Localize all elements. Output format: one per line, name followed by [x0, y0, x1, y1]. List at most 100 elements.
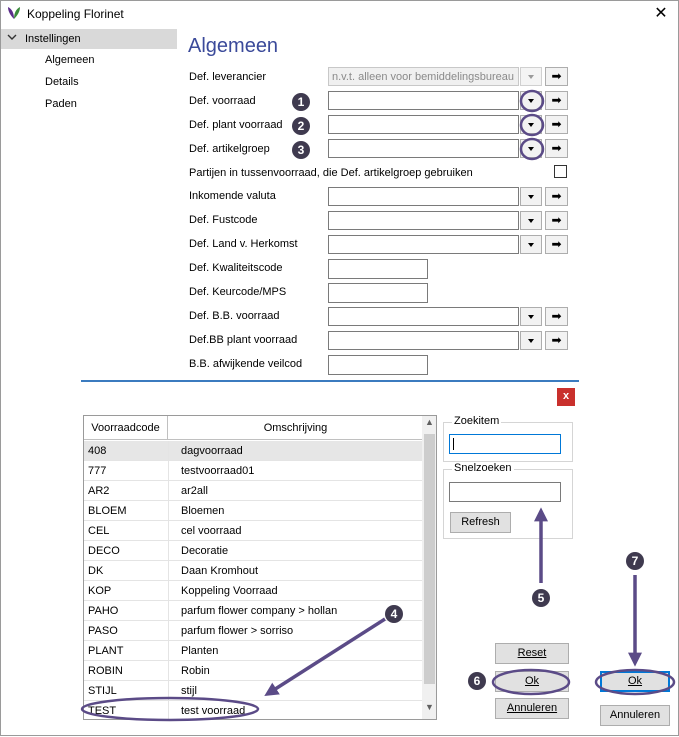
refresh-button[interactable]: Refresh	[450, 512, 511, 533]
valuta-go-button[interactable]: ➡	[545, 187, 568, 206]
annotation-badge-4: 4	[385, 605, 403, 623]
table-row[interactable]: PLANT Planten	[84, 641, 422, 661]
bb-voorraad-go-button[interactable]: ➡	[545, 307, 568, 326]
table-row[interactable]: 408 dagvoorraad	[84, 441, 422, 461]
annotation-badge-7: 7	[626, 552, 644, 570]
cell-voorraadcode: ROBIN	[88, 665, 123, 677]
table-row[interactable]: ROBIN Robin	[84, 661, 422, 681]
settings-tree: Instellingen Algemeen Details Paden	[1, 27, 177, 382]
fustcode-dropdown-button[interactable]	[520, 211, 542, 230]
partijen-checkbox[interactable]	[554, 165, 567, 178]
leaf-logo-icon	[7, 6, 21, 23]
land-go-button[interactable]: ➡	[545, 235, 568, 254]
bb-veilcod-field[interactable]	[328, 355, 428, 375]
column-separator	[168, 601, 169, 621]
table-row[interactable]: 777 testvoorraad01	[84, 461, 422, 481]
dropdown-arrow-icon	[528, 123, 534, 127]
table-row[interactable]: AR2 ar2all	[84, 481, 422, 501]
keurcode-field[interactable]	[328, 283, 428, 303]
table-row[interactable]: PAHO parfum flower company > hollan	[84, 601, 422, 621]
snelzoeken-input[interactable]	[449, 482, 561, 502]
cell-voorraadcode: DK	[88, 565, 104, 577]
leverancier-go-button[interactable]: ➡	[545, 67, 568, 86]
voorraad-grid: Voorraadcode Omschrijving 408 dagvoorraad…	[83, 415, 437, 720]
close-window-button[interactable]: ✕	[648, 3, 674, 25]
ok-button[interactable]: Ok	[600, 671, 670, 692]
column-separator	[168, 461, 169, 481]
column-separator	[168, 641, 169, 661]
cell-omschrijving: Bloemen	[181, 505, 225, 517]
tree-item-paden[interactable]: Paden	[45, 98, 77, 110]
picker-ok-button[interactable]: Ok	[495, 671, 569, 692]
grid-header: Voorraadcode Omschrijving	[84, 416, 422, 440]
fustcode-go-button[interactable]: ➡	[545, 211, 568, 230]
zoekitem-label: Zoekitem	[452, 415, 502, 427]
table-row[interactable]: DECO Decoratie	[84, 541, 422, 561]
table-row[interactable]: STIJL stijl	[84, 681, 422, 701]
grid-scrollbar[interactable]: ▲ ▼	[422, 416, 436, 719]
picker-divider	[81, 380, 579, 382]
column-separator	[168, 541, 169, 561]
artikelgroep-combo[interactable]	[328, 139, 519, 158]
artikelgroep-dropdown-button[interactable]	[520, 139, 542, 158]
zoekitem-input[interactable]	[449, 434, 561, 454]
valuta-dropdown-button[interactable]	[520, 187, 542, 206]
column-header-voorraadcode[interactable]: Voorraadcode	[84, 416, 168, 440]
table-row[interactable]: CEL cel voorraad	[84, 521, 422, 541]
picker-cancel-button[interactable]: Annuleren	[495, 698, 569, 719]
tree-item-label: Instellingen	[25, 33, 81, 45]
text-caret	[453, 438, 454, 450]
dropdown-arrow-icon	[528, 195, 534, 199]
kwaliteitscode-field[interactable]	[328, 259, 428, 279]
bb-voorraad-dropdown-button[interactable]	[520, 307, 542, 326]
cell-voorraadcode: DECO	[88, 545, 120, 557]
voorraad-dropdown-button[interactable]	[520, 91, 542, 110]
voorraad-combo[interactable]	[328, 91, 519, 110]
column-separator	[168, 481, 169, 501]
tree-item-details[interactable]: Details	[45, 76, 79, 88]
column-separator	[168, 621, 169, 641]
table-row[interactable]: PASO parfum flower > sorriso	[84, 621, 422, 641]
dropdown-arrow-icon	[528, 243, 534, 247]
tree-item-instellingen[interactable]: Instellingen	[1, 29, 177, 49]
voorraad-go-button[interactable]: ➡	[545, 91, 568, 110]
window-title: Koppeling Florinet	[27, 7, 124, 21]
fustcode-label: Def. Fustcode	[189, 214, 258, 226]
column-header-omschrijving[interactable]: Omschrijving	[169, 416, 422, 440]
bb-voorraad-combo[interactable]	[328, 307, 519, 326]
cell-omschrijving: Robin	[181, 665, 210, 677]
plant-voorraad-go-button[interactable]: ➡	[545, 115, 568, 134]
table-row[interactable]: TEST test voorraad	[84, 701, 422, 719]
plant-voorraad-dropdown-button[interactable]	[520, 115, 542, 134]
cancel-button[interactable]: Annuleren	[600, 705, 670, 726]
table-row[interactable]: DK Daan Kromhout	[84, 561, 422, 581]
reset-button[interactable]: Reset	[495, 643, 569, 664]
scroll-up-icon[interactable]: ▲	[422, 417, 436, 433]
tree-item-algemeen[interactable]: Algemeen	[45, 54, 95, 66]
scroll-thumb[interactable]	[424, 434, 435, 684]
cell-voorraadcode: KOP	[88, 585, 112, 597]
artikelgroep-go-button[interactable]: ➡	[545, 139, 568, 158]
column-separator	[168, 441, 169, 461]
land-dropdown-button[interactable]	[520, 235, 542, 254]
scroll-down-icon[interactable]: ▼	[422, 702, 436, 718]
column-separator	[168, 681, 169, 701]
bb-plant-combo[interactable]	[328, 331, 519, 350]
leverancier-value: n.v.t. alleen voor bemiddelingsbureau	[332, 71, 515, 83]
bb-plant-go-button[interactable]: ➡	[545, 331, 568, 350]
chevron-down-icon[interactable]	[7, 32, 17, 45]
cell-voorraadcode: STIJL	[88, 685, 117, 697]
cell-omschrijving: test voorraad	[181, 705, 246, 717]
dropdown-arrow-icon	[528, 219, 534, 223]
leverancier-combo: n.v.t. alleen voor bemiddelingsbureau	[328, 67, 519, 86]
column-separator	[168, 561, 169, 581]
bb-plant-dropdown-button[interactable]	[520, 331, 542, 350]
fustcode-combo[interactable]	[328, 211, 519, 230]
plant-voorraad-combo[interactable]	[328, 115, 519, 134]
land-combo[interactable]	[328, 235, 519, 254]
picker-close-button[interactable]: x	[557, 388, 575, 406]
cell-voorraadcode: PLANT	[88, 645, 124, 657]
table-row[interactable]: KOP Koppeling Voorraad	[84, 581, 422, 601]
table-row[interactable]: BLOEM Bloemen	[84, 501, 422, 521]
valuta-combo[interactable]	[328, 187, 519, 206]
